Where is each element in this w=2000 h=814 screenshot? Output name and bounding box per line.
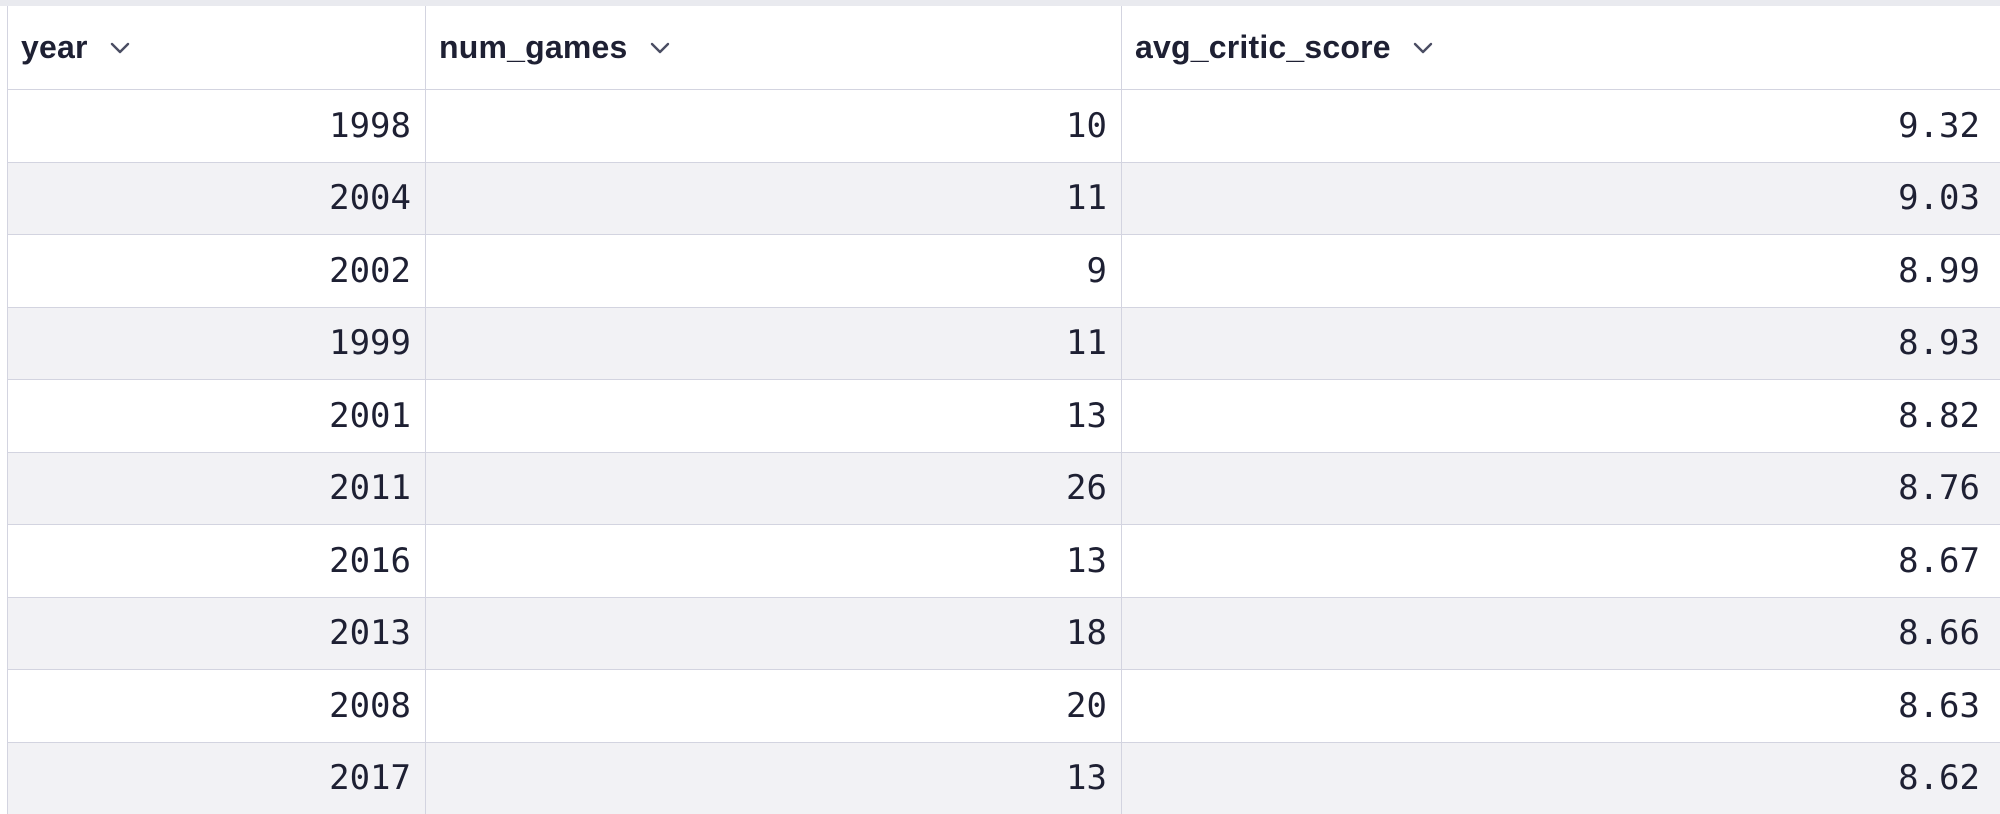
cell-avg-critic-score[interactable]: 8.66	[1122, 598, 2000, 670]
cell-year[interactable]: 2002	[8, 235, 426, 307]
column-header-label: avg_critic_score	[1135, 29, 1391, 65]
cell-avg-critic-score[interactable]: 8.63	[1122, 670, 2000, 742]
cell-num-games[interactable]: 13	[426, 525, 1122, 597]
cell-num-games[interactable]: 13	[426, 380, 1122, 452]
table-row: 2013 18 8.66	[8, 597, 2000, 670]
cell-num-games[interactable]: 11	[426, 162, 1122, 234]
cell-num-games[interactable]: 11	[426, 307, 1122, 379]
table-row: 1998 10 9.32	[8, 90, 2000, 163]
results-table: year num_games avg_critic_score 1998 10 …	[0, 0, 2000, 814]
cell-avg-critic-score[interactable]: 9.32	[1122, 90, 2000, 162]
table-row: 1999 11 8.93	[8, 307, 2000, 380]
cell-year[interactable]: 2011	[8, 452, 426, 524]
table-row: 2002 9 8.99	[8, 235, 2000, 308]
chevron-down-icon[interactable]	[106, 34, 134, 62]
cell-avg-critic-score[interactable]: 8.62	[1122, 743, 2000, 814]
column-header-label: year	[21, 29, 88, 65]
cell-avg-critic-score[interactable]: 9.03	[1122, 163, 2000, 235]
column-header-num-games[interactable]: num_games	[426, 6, 1122, 89]
cell-avg-critic-score[interactable]: 8.67	[1122, 525, 2000, 597]
cell-year[interactable]: 2004	[8, 162, 426, 234]
cell-num-games[interactable]: 26	[426, 452, 1122, 524]
cell-year[interactable]: 1999	[8, 307, 426, 379]
column-header-avg-critic-score[interactable]: avg_critic_score	[1122, 6, 2000, 89]
cell-avg-critic-score[interactable]: 8.99	[1122, 235, 2000, 307]
cell-num-games[interactable]: 20	[426, 670, 1122, 742]
table-row: 2001 13 8.82	[8, 380, 2000, 453]
row-gutter	[0, 6, 8, 814]
table-row: 2008 20 8.63	[8, 670, 2000, 743]
cell-year[interactable]: 2016	[8, 525, 426, 597]
cell-avg-critic-score[interactable]: 8.82	[1122, 380, 2000, 452]
column-header-label: num_games	[439, 29, 628, 65]
cell-num-games[interactable]: 18	[426, 597, 1122, 669]
cell-avg-critic-score[interactable]: 8.76	[1122, 453, 2000, 525]
chevron-down-icon[interactable]	[1409, 34, 1437, 62]
table-row: 2017 13 8.62	[8, 742, 2000, 814]
cell-year[interactable]: 2017	[8, 742, 426, 814]
cell-year[interactable]: 1998	[8, 90, 426, 162]
table-header-row: year num_games avg_critic_score	[8, 6, 2000, 90]
cell-year[interactable]: 2008	[8, 670, 426, 742]
cell-year[interactable]: 2001	[8, 380, 426, 452]
chevron-down-icon[interactable]	[646, 34, 674, 62]
table-row: 2016 13 8.67	[8, 525, 2000, 598]
cell-num-games[interactable]: 10	[426, 90, 1122, 162]
table-row: 2011 26 8.76	[8, 452, 2000, 525]
table-row: 2004 11 9.03	[8, 162, 2000, 235]
cell-year[interactable]: 2013	[8, 597, 426, 669]
cell-num-games[interactable]: 9	[426, 235, 1122, 307]
column-header-year[interactable]: year	[8, 6, 426, 89]
cell-avg-critic-score[interactable]: 8.93	[1122, 308, 2000, 380]
cell-num-games[interactable]: 13	[426, 742, 1122, 814]
